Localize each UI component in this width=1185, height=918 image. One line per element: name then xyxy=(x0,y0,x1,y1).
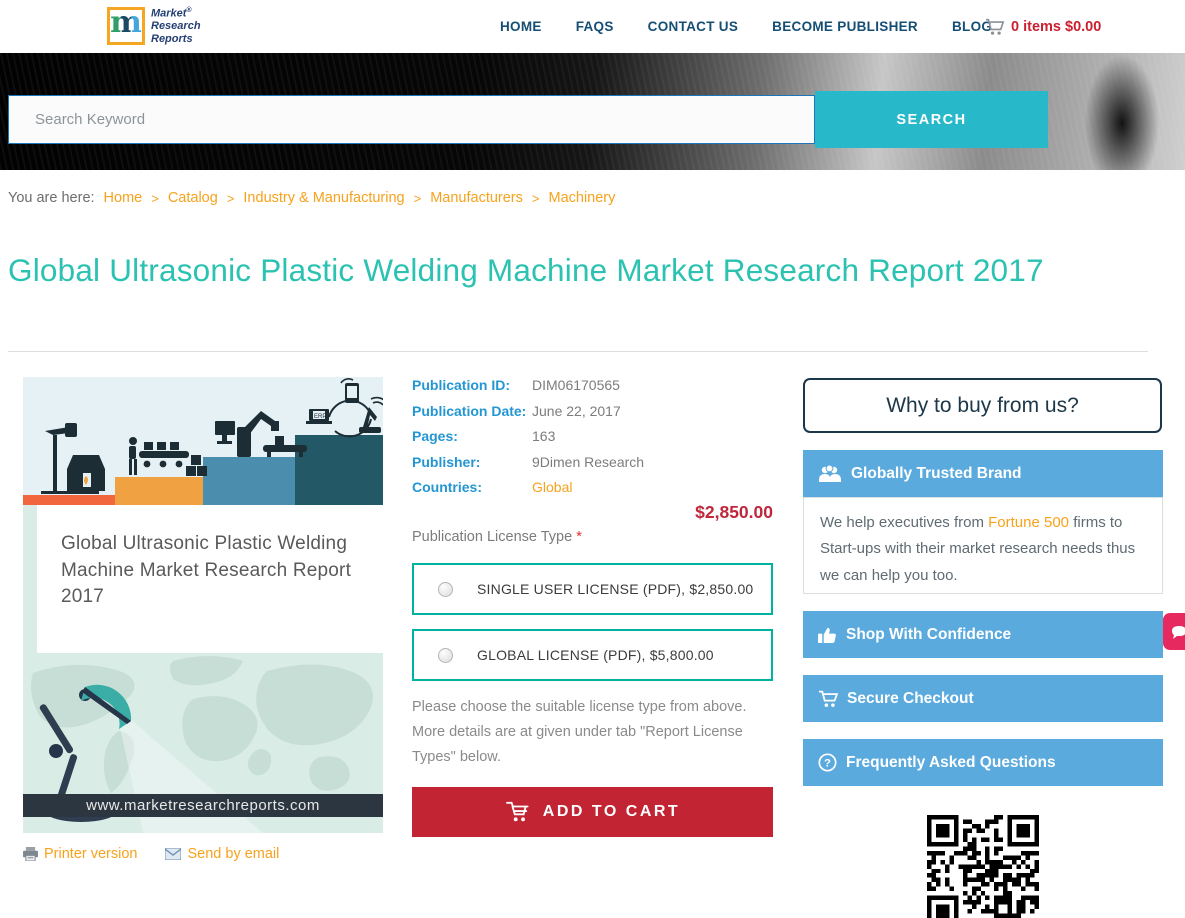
breadcrumb-separator: > xyxy=(151,190,159,206)
breadcrumb-industry-manufacturing[interactable]: Industry & Manufacturing xyxy=(243,190,404,206)
breadcrumb-machinery[interactable]: Machinery xyxy=(548,190,615,206)
detail-row-publication-date: Publication Date: June 22, 2017 xyxy=(412,403,773,419)
sidebar-section-title: Frequently Asked Questions xyxy=(846,753,1056,771)
sidebar-section-title: Secure Checkout xyxy=(847,689,974,707)
detail-row-countries: Countries: Global xyxy=(412,479,773,495)
nav-home[interactable]: HOME xyxy=(500,19,542,34)
countries-global-link[interactable]: Global xyxy=(532,479,572,495)
report-cover-image: ERP Global Ultrasonic Plastic Welding Ma… xyxy=(23,377,383,833)
printer-version-link[interactable]: Printer version xyxy=(23,846,137,862)
sidebar-faq[interactable]: ? Frequently Asked Questions xyxy=(803,739,1163,786)
detail-row-pages: Pages: 163 xyxy=(412,428,773,444)
printer-icon xyxy=(23,847,38,861)
registered-mark: ® xyxy=(186,7,192,14)
breadcrumb-separator: > xyxy=(226,190,235,206)
qr-code xyxy=(927,815,1039,918)
license-radio[interactable] xyxy=(438,647,453,663)
detail-row-publisher: Publisher: 9Dimen Research xyxy=(412,454,773,470)
sidebar-section-title: Globally Trusted Brand xyxy=(851,464,1022,482)
license-option-global[interactable]: GLOBAL LICENSE (PDF), $5,800.00 xyxy=(412,629,773,681)
license-option-label: GLOBAL LICENSE (PDF), $5,800.00 xyxy=(477,647,714,663)
publication-details: Publication ID: DIM06170565 Publication … xyxy=(412,377,773,837)
page-title: Global Ultrasonic Plastic Welding Machin… xyxy=(8,252,1044,288)
cart-icon xyxy=(818,690,838,708)
title-divider xyxy=(8,351,1148,352)
logo-brand-text: Market® Research Reports xyxy=(151,7,201,45)
breadcrumb-manufacturers[interactable]: Manufacturers xyxy=(430,190,523,206)
sidebar-secure-checkout[interactable]: Secure Checkout xyxy=(803,675,1163,722)
share-links: Printer version Send by email xyxy=(23,846,279,862)
users-icon xyxy=(818,464,842,483)
breadcrumb-prefix: You are here: xyxy=(8,190,95,206)
search-input[interactable] xyxy=(8,95,815,144)
cover-url: www.marketresearchreports.com xyxy=(23,794,383,817)
detail-value: 9Dimen Research xyxy=(532,453,645,470)
fortune-500-link[interactable]: Fortune 500 xyxy=(988,514,1069,531)
top-header: m Market® Research Reports HOME FAQS CON… xyxy=(0,0,1185,53)
nav-become-publisher[interactable]: BECOME PUBLISHER xyxy=(772,19,918,34)
detail-value: DIM06170565 xyxy=(532,377,620,393)
sidebar-globally-trusted-brand[interactable]: Globally Trusted Brand xyxy=(803,450,1163,497)
detail-label: Publisher: xyxy=(412,453,481,470)
cover-industry-illustration: ERP xyxy=(23,377,383,505)
thumbs-up-icon xyxy=(818,626,837,644)
cover-title: Global Ultrasonic Plastic Welding Machin… xyxy=(61,533,352,608)
license-type-label: Publication License Type * xyxy=(412,529,582,545)
cart-icon xyxy=(985,18,1005,36)
product-page: m Market® Research Reports HOME FAQS CON… xyxy=(0,0,1185,918)
license-note: Please choose the suitable license type … xyxy=(412,699,747,765)
logo-m-mark: m xyxy=(107,7,145,46)
nav-faqs[interactable]: FAQS xyxy=(576,19,614,34)
question-icon: ? xyxy=(818,753,837,772)
search-button[interactable]: SEARCH xyxy=(815,91,1048,148)
detail-label: Pages: xyxy=(412,428,458,444)
chat-widget-button[interactable] xyxy=(1163,613,1185,650)
detail-value: June 22, 2017 xyxy=(532,402,621,419)
breadcrumb-catalog[interactable]: Catalog xyxy=(168,190,218,206)
trusted-brand-body: We help executives from Fortune 500 firm… xyxy=(803,497,1163,594)
cart-count: 0 items $0.00 xyxy=(1011,18,1102,35)
chat-bubble-icon xyxy=(1171,625,1185,639)
sidebar-shop-with-confidence[interactable]: Shop With Confidence xyxy=(803,611,1163,658)
main-nav: HOME FAQS CONTACT US BECOME PUBLISHER BL… xyxy=(500,0,992,53)
detail-value: 163 xyxy=(532,428,556,444)
cover-title-panel: Global Ultrasonic Plastic Welding Machin… xyxy=(37,505,383,653)
why-to-buy-box[interactable]: Why to buy from us? xyxy=(803,378,1162,433)
license-radio[interactable] xyxy=(438,581,453,597)
nav-contact-us[interactable]: CONTACT US xyxy=(648,19,739,34)
required-asterisk: * xyxy=(576,529,582,545)
email-icon xyxy=(165,848,182,860)
license-option-label: SINGLE USER LICENSE (PDF), $2,850.00 xyxy=(477,581,754,597)
breadcrumb: You are here: Home > Catalog > Industry … xyxy=(8,190,615,206)
cart-icon xyxy=(505,801,531,823)
sidebar-section-title: Shop With Confidence xyxy=(846,625,1012,643)
detail-label: Publication ID: xyxy=(412,377,510,393)
breadcrumb-separator: > xyxy=(413,190,422,206)
price: $2,850.00 xyxy=(695,502,773,522)
header-cart[interactable]: 0 items $0.00 xyxy=(985,0,1101,53)
detail-row-publication-id: Publication ID: DIM06170565 xyxy=(412,377,773,393)
add-to-cart-button[interactable]: ADD TO CART xyxy=(412,787,773,837)
svg-text:?: ? xyxy=(824,758,831,770)
license-option-single-user[interactable]: SINGLE USER LICENSE (PDF), $2,850.00 xyxy=(412,563,773,615)
breadcrumb-separator: > xyxy=(531,190,540,206)
detail-label: Publication Date: xyxy=(412,402,527,419)
site-logo[interactable]: m Market® Research Reports xyxy=(107,7,201,46)
send-by-email-link[interactable]: Send by email xyxy=(165,846,279,862)
detail-label: Countries: xyxy=(412,479,482,495)
breadcrumb-home[interactable]: Home xyxy=(104,190,143,206)
svg-text:ERP: ERP xyxy=(314,414,326,420)
